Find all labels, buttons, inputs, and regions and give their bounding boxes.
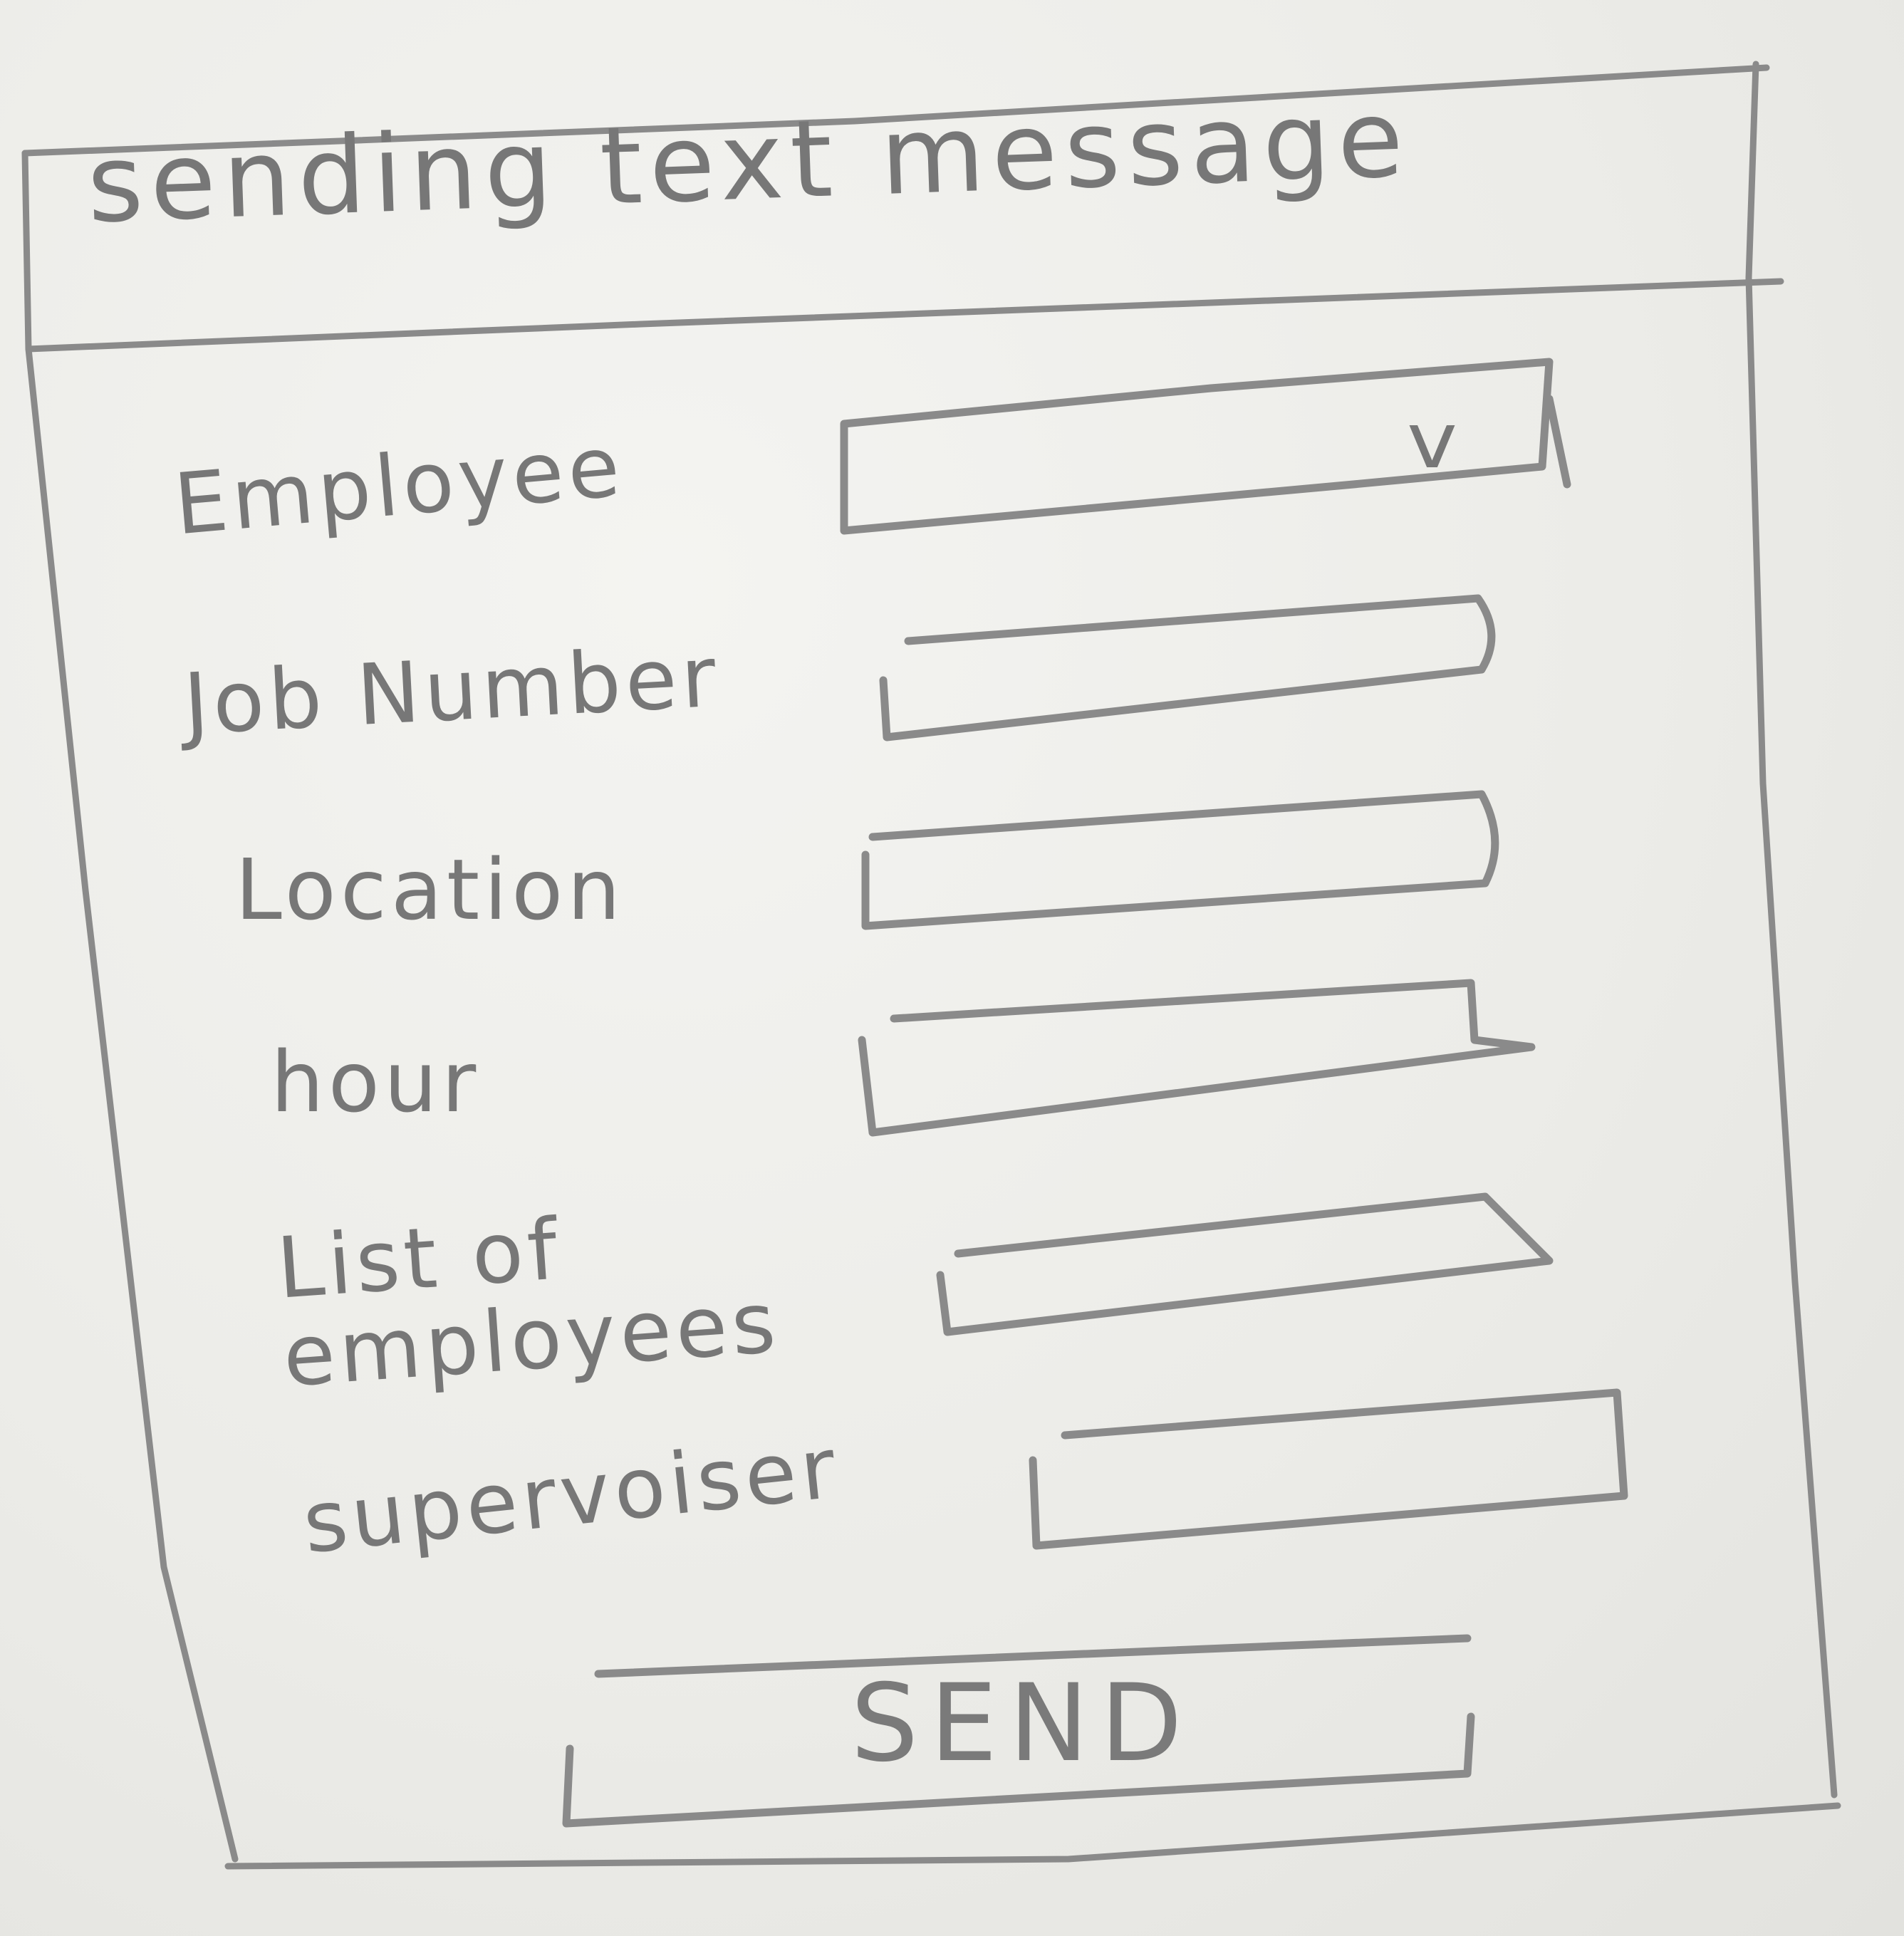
location-input[interactable] — [865, 812, 1485, 926]
supervisor-input[interactable] — [1029, 1425, 1621, 1531]
supervisor-label: supervoiser — [298, 1418, 844, 1573]
job-number-input[interactable] — [890, 620, 1474, 719]
job-number-label: Job Number — [181, 627, 723, 754]
window-title: sending text message — [85, 77, 1413, 247]
hour-input[interactable] — [865, 997, 1507, 1118]
send-button[interactable]: SEND — [570, 1660, 1474, 1788]
list-of-employees-label: List of employees — [274, 1199, 783, 1406]
location-label: Location — [235, 841, 625, 939]
hour-label: hour — [271, 1033, 481, 1131]
chevron-down-icon[interactable]: v — [1407, 403, 1457, 480]
text-layer: sending text message Employee Job Number… — [0, 0, 1904, 1936]
employee-label: Employee — [170, 416, 628, 554]
list-of-employees-input[interactable] — [940, 1225, 1546, 1318]
